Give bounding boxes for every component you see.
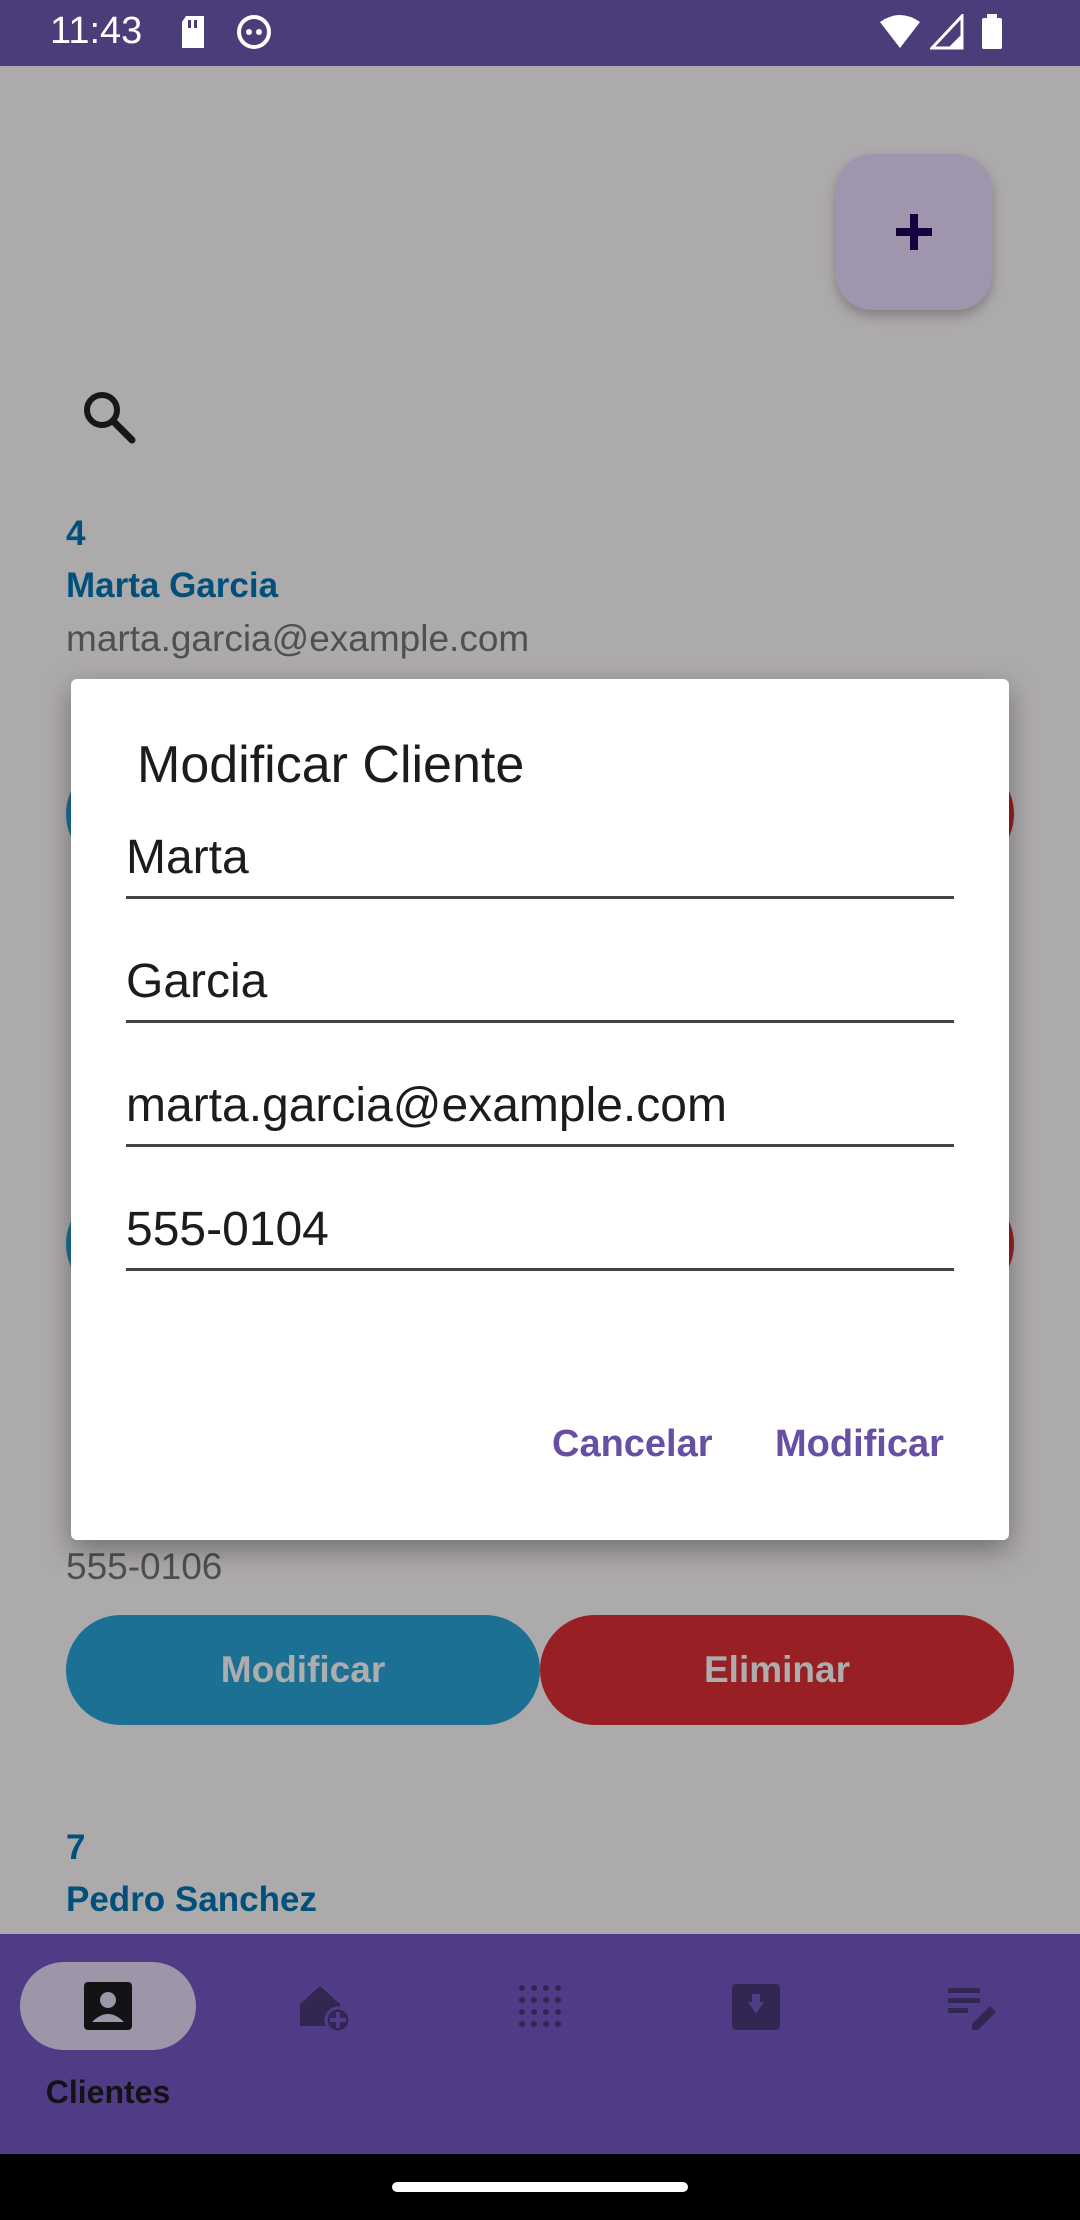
dialog-title: Modificar Cliente (137, 736, 525, 794)
home-gesture-bar[interactable] (392, 2182, 688, 2192)
email-input[interactable] (126, 1067, 954, 1144)
cancel-button[interactable]: Cancelar (552, 1423, 713, 1466)
phone-input[interactable] (126, 1191, 954, 1268)
wifi-icon (880, 14, 920, 55)
modify-client-dialog: Modificar Cliente Cancelar Modificar (71, 679, 1009, 1540)
sd-card-icon (178, 14, 208, 55)
last-name-input[interactable] (126, 943, 954, 1020)
last-name-field[interactable] (126, 943, 954, 1023)
signal-icon (928, 12, 964, 55)
status-time: 11:43 (50, 10, 143, 52)
confirm-modify-button[interactable]: Modificar (775, 1423, 944, 1466)
battery-icon (980, 14, 1004, 55)
gesture-navigation (0, 2154, 1080, 2220)
status-bar: 11:43 (0, 0, 1080, 66)
first-name-field[interactable] (126, 819, 954, 899)
phone-field[interactable] (126, 1191, 954, 1271)
cat-icon (236, 14, 272, 55)
email-field[interactable] (126, 1067, 954, 1147)
first-name-input[interactable] (126, 819, 954, 896)
